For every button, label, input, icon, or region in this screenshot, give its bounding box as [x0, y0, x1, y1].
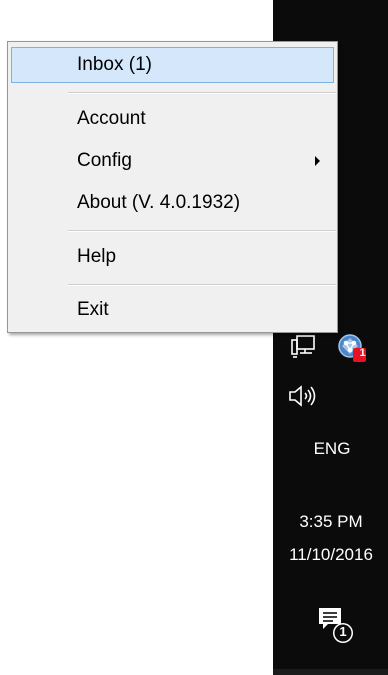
menu-item-account[interactable]: Account	[11, 101, 334, 137]
menu-item-about[interactable]: About (V. 4.0.1932)	[11, 185, 334, 221]
clock-date[interactable]: 11/10/2016	[274, 545, 388, 565]
menu-separator	[68, 92, 336, 94]
menu-item-label: About (V. 4.0.1932)	[77, 192, 241, 213]
menu-item-inbox[interactable]: Inbox (1)	[11, 47, 334, 83]
menu-item-config[interactable]: Config	[11, 143, 334, 179]
menu-item-label: Account	[77, 108, 146, 129]
app-badge-count: 1	[359, 347, 366, 359]
menu-item-label: Inbox (1)	[77, 54, 152, 75]
taskbar-edge	[273, 669, 388, 675]
network-icon[interactable]	[290, 334, 316, 360]
menu-item-exit[interactable]: Exit	[11, 292, 334, 328]
menu-separator	[68, 230, 336, 232]
action-center-badge-count: 1	[339, 624, 347, 639]
volume-icon[interactable]	[287, 383, 323, 409]
menu-item-label: Help	[77, 246, 117, 267]
menu-item-label: Exit	[77, 299, 109, 320]
action-center-icon[interactable]: 1	[314, 604, 356, 646]
menu-item-help[interactable]: Help	[11, 239, 334, 275]
menu-separator	[68, 284, 336, 286]
clock-time[interactable]: 3:35 PM	[274, 512, 388, 532]
app-notification-icon[interactable]: 1	[336, 332, 368, 364]
menu-item-label: Config	[77, 150, 132, 171]
language-indicator[interactable]: ENG	[310, 439, 354, 459]
context-menu: Inbox (1) Account Config About (V. 4.0.1…	[7, 41, 338, 333]
submenu-arrow-icon	[315, 156, 320, 166]
